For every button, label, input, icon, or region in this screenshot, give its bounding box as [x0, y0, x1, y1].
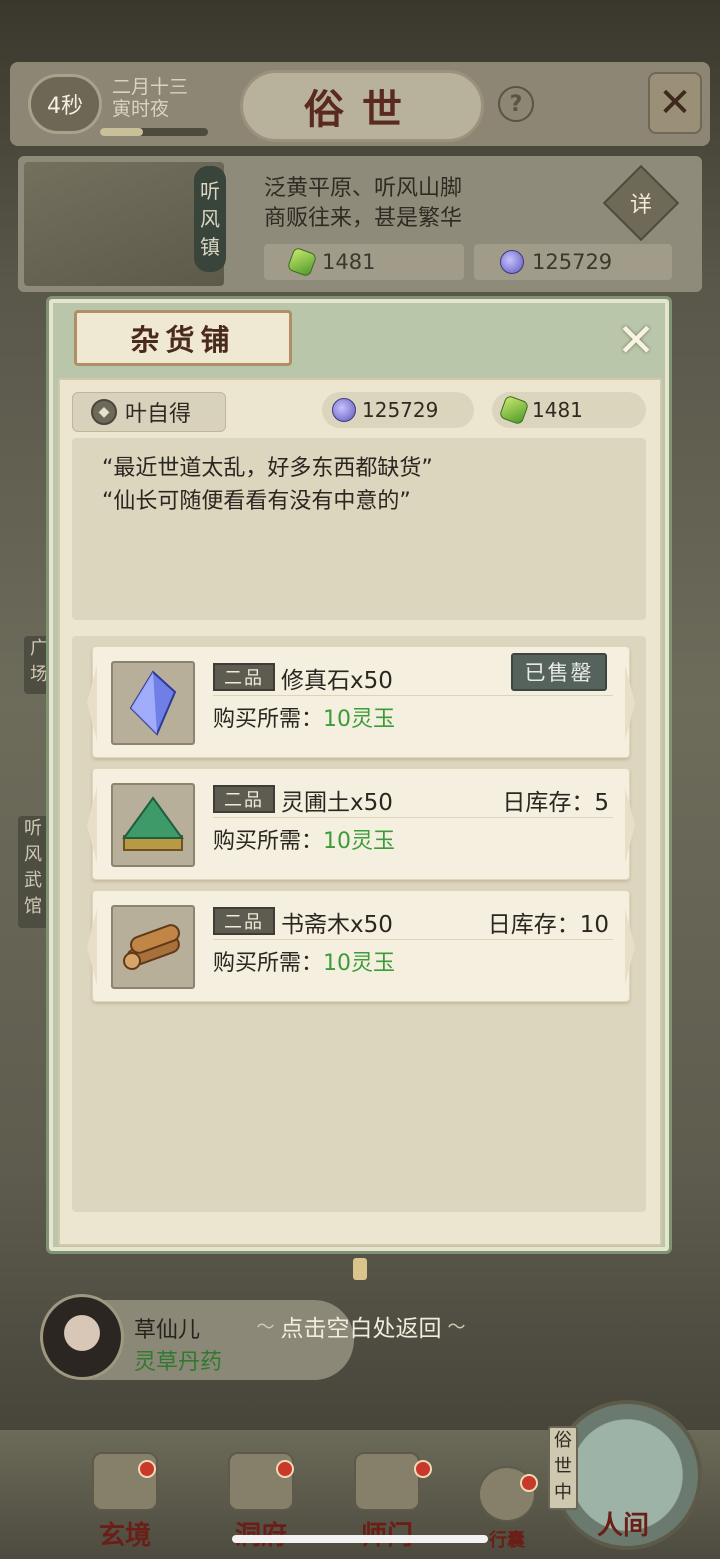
tap-to-return-hint: 点击空白处返回 — [236, 1306, 486, 1346]
home-indicator[interactable] — [232, 1535, 488, 1543]
npc-name: 草仙儿 — [134, 1318, 201, 1343]
grade-badge: 二品 — [213, 663, 275, 691]
npc-role: 灵草丹药 — [134, 1350, 223, 1375]
coin-balance: 125729 — [322, 392, 474, 428]
item-price: 购买所需：10灵玉 — [213, 829, 396, 854]
side-label-wuguan[interactable]: 听风武馆 — [18, 816, 48, 928]
daily-stock: 日库存：10 — [487, 912, 609, 938]
spirit-coin-icon — [500, 250, 524, 274]
location-description: 泛黄平原、听风山脚 商贩往来，甚是繁华 — [264, 176, 463, 231]
scene-title: 俗世 — [240, 70, 484, 142]
notification-dot — [138, 1460, 156, 1478]
nav-xuanjing[interactable]: 玄境 — [70, 1452, 180, 1552]
item-name: 灵圃土x50 — [281, 790, 393, 816]
daily-stock: 日库存：5 — [502, 790, 609, 816]
item-price: 购买所需：10灵玉 — [213, 707, 396, 732]
scene-close-button[interactable]: ✕ — [648, 72, 702, 134]
jade-icon — [286, 246, 318, 278]
notification-dot — [520, 1474, 538, 1492]
merchant-name-tag: ◆ 叶自得 — [72, 392, 226, 432]
shop-item-xiuzhenshi[interactable]: 二品 修真石x50 已售罄 购买所需：10灵玉 — [87, 646, 635, 758]
dialog-bottom-ornament — [353, 1258, 367, 1280]
help-button[interactable]: ? — [498, 86, 534, 122]
nav-renjian[interactable]: 人间 — [568, 1470, 678, 1542]
shop-title: 杂货铺 — [74, 310, 292, 366]
shop-item-shuzhaimu[interactable]: 二品 书斋木x50 日库存：10 购买所需：10灵玉 — [87, 890, 635, 1002]
location-jade-counter: 1481 — [264, 244, 464, 280]
banner-icon — [354, 1452, 420, 1511]
grade-badge: 二品 — [213, 907, 275, 935]
sold-out-badge: 已售罄 — [511, 653, 607, 691]
close-icon[interactable]: ✕ — [608, 312, 664, 368]
location-name: 听 风 镇 — [194, 166, 226, 272]
item-price: 购买所需：10灵玉 — [213, 951, 396, 976]
jade-icon — [498, 394, 530, 426]
soil-icon — [111, 783, 195, 867]
time-progress-bar — [100, 128, 208, 136]
item-name: 书斋木x50 — [281, 912, 393, 938]
location-coin-counter: 125729 — [474, 244, 672, 280]
avatar[interactable] — [40, 1294, 124, 1380]
shop-item-lingputu[interactable]: 二品 灵圃土x50 日库存：5 购买所需：10灵玉 — [87, 768, 635, 880]
crystal-icon — [111, 661, 195, 745]
spirit-coin-icon — [332, 398, 356, 422]
timer-badge: 4秒 — [28, 74, 102, 134]
merchant-dialogue: “最近世道太乱，好多东西都缺货” “仙长可随便看看有没有中意的” — [72, 438, 646, 620]
copper-coin-icon: ◆ — [91, 399, 117, 425]
notification-dot — [276, 1460, 294, 1478]
wood-icon — [111, 905, 195, 989]
item-name: 修真石x50 — [281, 668, 393, 694]
grade-badge: 二品 — [213, 785, 275, 813]
game-date: 二月十三 寅时夜 — [112, 76, 189, 120]
jade-balance: 1481 — [492, 392, 646, 428]
notification-dot — [414, 1460, 432, 1478]
